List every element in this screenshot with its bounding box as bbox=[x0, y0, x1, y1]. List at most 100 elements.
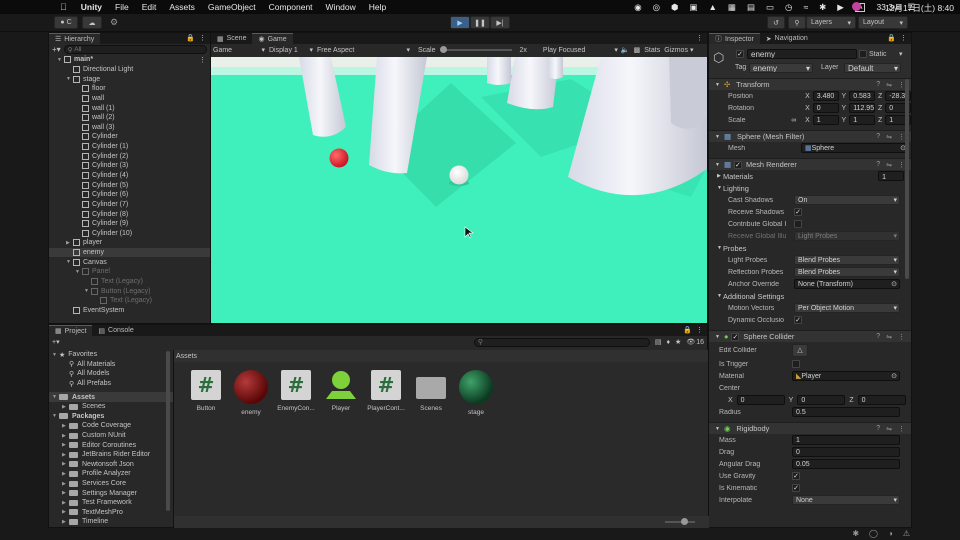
asset-item[interactable]: enemy bbox=[229, 370, 273, 416]
lighting-foldout[interactable]: ▼ Lighting bbox=[709, 182, 911, 194]
hierarchy-item[interactable]: Cylinder (7) bbox=[49, 200, 210, 210]
mute-audio-icon[interactable]: 🔈 bbox=[621, 46, 630, 54]
materials-foldout[interactable]: ▶ Materials 1 bbox=[709, 170, 911, 182]
scale-y-field[interactable]: 1 bbox=[849, 115, 875, 125]
fold-arrow-icon[interactable]: ▶ bbox=[62, 442, 69, 448]
scale-x-field[interactable]: 1 bbox=[812, 115, 839, 125]
add-icon[interactable]: +▾ bbox=[52, 45, 61, 54]
fold-arrow-icon[interactable]: ▶ bbox=[62, 452, 69, 458]
fold-arrow-icon[interactable]: ▶ bbox=[62, 519, 69, 525]
mesh-filter-header[interactable]: ▼ ▦ Sphere (Mesh Filter) ? ⇋ ⋮ bbox=[709, 130, 911, 142]
kebab-menu-icon[interactable]: ⋮ bbox=[898, 333, 905, 341]
assets-root-item[interactable]: ▼ Assets bbox=[49, 392, 173, 402]
hierarchy-item[interactable]: Cylinder (1) bbox=[49, 142, 210, 152]
hierarchy-item[interactable]: ▼ Canvas bbox=[49, 257, 210, 267]
fold-arrow-icon[interactable]: ▶ bbox=[62, 490, 69, 496]
project-search-input[interactable]: ⚲ bbox=[473, 337, 650, 347]
is-kinematic-checkbox[interactable]: ✓ bbox=[792, 484, 800, 492]
object-picker-icon[interactable]: ⊙ bbox=[891, 280, 897, 288]
position-y-field[interactable]: 0.583 bbox=[849, 91, 875, 101]
center-z-field[interactable]: 0 bbox=[857, 395, 906, 405]
stats-toggle[interactable]: Stats bbox=[644, 47, 660, 54]
help-icon[interactable]: ? bbox=[876, 425, 880, 433]
kebab-menu-icon[interactable]: ⋮ bbox=[696, 326, 703, 334]
tab-navigation[interactable]: ➤ Navigation bbox=[760, 33, 814, 44]
edit-collider-button[interactable]: △ bbox=[792, 343, 808, 357]
bluetooth-icon[interactable]: ✱ bbox=[819, 2, 826, 13]
hierarchy-item[interactable]: Cylinder (4) bbox=[49, 171, 210, 181]
scale-slider-handle[interactable] bbox=[439, 46, 447, 53]
favorite-item[interactable]: ⚲ All Models bbox=[49, 369, 173, 379]
scale-slider[interactable] bbox=[439, 46, 512, 53]
hierarchy-item[interactable]: Cylinder (8) bbox=[49, 209, 210, 219]
favorite-item[interactable]: ⚲ All Materials bbox=[49, 360, 173, 370]
pause-button[interactable]: ❚❚ bbox=[470, 16, 490, 29]
tag-dropdown[interactable]: enemy ▾ bbox=[749, 63, 813, 73]
tab-hierarchy[interactable]: ☰ Hierarchy bbox=[49, 33, 101, 44]
cast-shadows-dropdown[interactable]: On ▾ bbox=[794, 195, 900, 205]
motion-vectors-dropdown[interactable]: Per Object Motion ▾ bbox=[794, 303, 900, 313]
mesh-field[interactable]: ▦ Sphere ⊙ bbox=[801, 143, 909, 153]
asset-item[interactable]: stage bbox=[454, 370, 498, 416]
kebab-menu-icon[interactable]: ⋮ bbox=[898, 161, 905, 169]
bug-icon[interactable]: ✱ bbox=[852, 529, 859, 538]
rigidbody-header[interactable]: ▼ ◉ Rigidbody ? ⇋ ⋮ bbox=[709, 422, 911, 434]
menu-help[interactable]: Help bbox=[369, 2, 386, 12]
fold-arrow-icon[interactable]: ▶ bbox=[62, 471, 69, 477]
hierarchy-item[interactable]: Cylinder (9) bbox=[49, 219, 210, 229]
hierarchy-item[interactable]: ▼ Button (Legacy) bbox=[49, 286, 210, 296]
fold-arrow-icon[interactable]: ▼ bbox=[57, 57, 64, 63]
rotation-y-field[interactable]: 112.95 bbox=[849, 103, 875, 113]
hierarchy-item[interactable]: Cylinder bbox=[49, 132, 210, 142]
fold-arrow-icon[interactable]: ▶ bbox=[62, 509, 69, 515]
cache-server-icon[interactable]: ◑ bbox=[888, 529, 893, 538]
app-menu[interactable]: Unity bbox=[81, 2, 102, 12]
help-icon[interactable]: ? bbox=[876, 133, 880, 141]
fold-arrow-icon[interactable]: ▶ bbox=[62, 500, 69, 506]
package-item[interactable]: ▶ Test Framework bbox=[49, 498, 173, 508]
package-item[interactable]: ▶ Code Coverage bbox=[49, 421, 173, 431]
battery-icon[interactable]: ▭ bbox=[766, 2, 774, 13]
angular-drag-field[interactable]: 0.05 bbox=[792, 459, 900, 469]
package-item[interactable]: ▶ Newtonsoft Json bbox=[49, 460, 173, 470]
asset-item[interactable]: # EnemyCon... bbox=[274, 370, 318, 412]
hierarchy-item[interactable]: ▼ stage bbox=[49, 74, 210, 84]
tab-console[interactable]: ▤ Console bbox=[92, 325, 139, 336]
probes-foldout[interactable]: ▼ Probes bbox=[709, 242, 911, 254]
filter-type-icon[interactable]: ▤ bbox=[655, 338, 662, 346]
hierarchy-item[interactable]: floor bbox=[49, 84, 210, 94]
asset-item[interactable]: # Button bbox=[184, 370, 228, 412]
preset-icon[interactable]: ⇋ bbox=[886, 333, 892, 341]
menu-component[interactable]: Component bbox=[269, 2, 313, 12]
hidden-packages-icon[interactable]: 👁 bbox=[686, 338, 695, 346]
play-focused-dropdown[interactable]: Play Focused ▾ bbox=[543, 46, 621, 55]
preset-icon[interactable]: ⇋ bbox=[886, 425, 892, 433]
cpu-icon[interactable]: ▦ bbox=[728, 2, 736, 13]
hierarchy-item[interactable]: Text (Legacy) bbox=[49, 277, 210, 287]
play-button[interactable]: ▶ bbox=[450, 16, 470, 29]
favorite-item[interactable]: ⚲ All Prefabs bbox=[49, 379, 173, 389]
hierarchy-item[interactable]: wall (1) bbox=[49, 103, 210, 113]
asset-item[interactable]: # PlayerCont... bbox=[364, 370, 408, 412]
material-field[interactable]: ◣ Player ⊙ bbox=[792, 371, 900, 381]
menu-window[interactable]: Window bbox=[326, 2, 356, 12]
is-trigger-checkbox[interactable] bbox=[792, 360, 800, 368]
sphere-collider-enabled-checkbox[interactable]: ✓ bbox=[731, 332, 740, 341]
game-viewport[interactable] bbox=[211, 57, 707, 323]
reflection-probes-dropdown[interactable]: Blend Probes ▾ bbox=[794, 267, 900, 277]
icon-size-slider[interactable] bbox=[665, 518, 695, 525]
receive-shadows-checkbox[interactable]: ✓ bbox=[794, 208, 802, 216]
drag-field[interactable]: 0 bbox=[792, 447, 900, 457]
hierarchy-item[interactable]: Text (Legacy) bbox=[49, 296, 210, 306]
favorite-star-icon[interactable]: ★ bbox=[675, 338, 681, 346]
apple-icon[interactable]:  bbox=[60, 2, 67, 12]
hierarchy-item[interactable]: Cylinder (10) bbox=[49, 229, 210, 239]
package-item[interactable]: ▶ Editor Coroutines bbox=[49, 440, 173, 450]
lock-icon[interactable]: 🔒 bbox=[186, 34, 195, 42]
project-tree-scrollbar[interactable] bbox=[166, 351, 170, 511]
kebab-menu-icon[interactable]: ⋮ bbox=[900, 34, 907, 42]
hierarchy-item[interactable]: wall (3) bbox=[49, 122, 210, 132]
preset-icon[interactable]: ⇋ bbox=[886, 133, 892, 141]
unity-hub-icon[interactable]: ◎ bbox=[653, 2, 660, 13]
position-x-field[interactable]: 3.480 bbox=[812, 91, 839, 101]
